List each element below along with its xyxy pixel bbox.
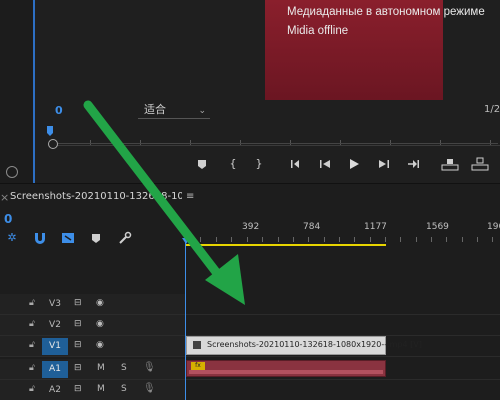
- mark-in-icon[interactable]: {: [225, 156, 241, 172]
- linked-selection-icon[interactable]: [60, 231, 76, 245]
- sync-lock-icon[interactable]: ⊟: [74, 363, 82, 373]
- media-offline-text-en: Midia offline: [287, 25, 349, 37]
- snap-magnet-icon[interactable]: [32, 231, 48, 245]
- track-v3: 🔓︎ V3 ⊟ ◉: [0, 294, 500, 315]
- timeline-playhead-line[interactable]: [185, 241, 186, 400]
- media-offline-text: Медиаданные в автономном режиме: [287, 6, 485, 18]
- program-video-frame: Медиаданные в автономном режиме Midia of…: [265, 0, 485, 100]
- mic-icon[interactable]: 🎙︎: [143, 362, 156, 373]
- zoom-scroll-bar[interactable]: [58, 143, 498, 144]
- add-marker-icon[interactable]: [194, 156, 210, 172]
- ruler-label: 196: [487, 222, 500, 232]
- program-timecode[interactable]: 0: [55, 104, 63, 117]
- timeline-panel: × Screenshots-20210110-132618-1080x1920-…: [0, 183, 500, 400]
- eye-icon[interactable]: ◉: [96, 319, 104, 329]
- timeline-time-ruler[interactable]: 392 784 1177 1569 196: [186, 220, 500, 246]
- program-monitor: Медиаданные в автономном режиме Midia of…: [0, 0, 500, 183]
- lock-icon[interactable]: 🔓︎: [29, 340, 35, 350]
- track-label[interactable]: V3: [42, 296, 68, 313]
- chevron-down-icon: ⌄: [198, 106, 206, 116]
- video-clip-name: Screenshots-20210110-132618-1080x1920--.…: [207, 340, 422, 349]
- ruler-label: 1177: [364, 222, 387, 232]
- sync-lock-icon[interactable]: ⊟: [74, 319, 82, 329]
- track-label[interactable]: A2: [42, 382, 68, 399]
- fx-badge: fx: [191, 362, 205, 370]
- lock-icon[interactable]: 🔓︎: [29, 363, 35, 373]
- step-forward-icon[interactable]: [376, 156, 392, 172]
- solo-button[interactable]: S: [121, 363, 127, 373]
- sequence-tab-title[interactable]: Screenshots-20210110-132618-1080x1920--: [10, 191, 182, 202]
- ruler-label: 1569: [426, 222, 449, 232]
- work-area-bar[interactable]: [186, 244, 386, 246]
- ruler-label: 392: [242, 222, 260, 232]
- track-a2: 🔓︎ A2 ⊟ M S 🎙︎: [0, 380, 500, 400]
- sync-lock-icon[interactable]: ⊟: [74, 384, 82, 394]
- nest-toggle-icon[interactable]: ✲: [4, 231, 20, 245]
- play-icon[interactable]: [346, 156, 362, 172]
- sync-lock-icon[interactable]: ⊟: [74, 340, 82, 350]
- extract-icon[interactable]: [470, 156, 490, 172]
- mute-button[interactable]: M: [97, 363, 105, 373]
- add-marker-icon[interactable]: [88, 231, 104, 245]
- track-v2: 🔓︎ V2 ⊟ ◉: [0, 315, 500, 336]
- track-label[interactable]: V2: [42, 317, 68, 334]
- zoom-scroll-handle[interactable]: [48, 139, 58, 149]
- source-panel-edge: [0, 0, 35, 183]
- zoom-fit-value: 适合: [144, 103, 166, 116]
- step-back-icon[interactable]: [317, 156, 333, 172]
- eye-icon[interactable]: ◉: [96, 340, 104, 350]
- sync-lock-icon[interactable]: ⊟: [74, 298, 82, 308]
- lift-icon[interactable]: [440, 156, 460, 172]
- solo-button[interactable]: S: [121, 384, 127, 394]
- premiere-window: Медиаданные в автономном режиме Midia of…: [0, 0, 500, 400]
- track-label[interactable]: A1: [42, 361, 68, 378]
- mute-button[interactable]: M: [97, 384, 105, 394]
- fx-badge-icon: [193, 341, 201, 349]
- ruler-label: 784: [303, 222, 321, 232]
- go-to-out-icon[interactable]: [405, 156, 421, 172]
- zoom-fit-select[interactable]: 适合 ⌄: [138, 103, 210, 119]
- playback-resolution[interactable]: 1/2: [484, 104, 500, 115]
- lock-icon[interactable]: 🔓︎: [29, 384, 35, 394]
- panel-scroll-handle[interactable]: [6, 166, 18, 178]
- track-label[interactable]: V1: [42, 338, 68, 355]
- video-clip[interactable]: Screenshots-20210110-132618-1080x1920--.…: [186, 336, 422, 355]
- audio-clip[interactable]: fx: [186, 360, 386, 377]
- mic-icon[interactable]: 🎙︎: [143, 383, 156, 394]
- lock-icon[interactable]: 🔓︎: [29, 298, 35, 308]
- go-to-in-icon[interactable]: [288, 156, 304, 172]
- eye-icon[interactable]: ◉: [96, 298, 104, 308]
- panel-menu-icon[interactable]: ≡: [186, 191, 194, 202]
- wrench-settings-icon[interactable]: [117, 231, 133, 245]
- close-icon[interactable]: ×: [0, 191, 9, 204]
- lock-icon[interactable]: 🔓︎: [29, 319, 35, 329]
- timeline-timecode[interactable]: 0: [4, 212, 12, 226]
- audio-waveform: [189, 370, 383, 374]
- mark-out-icon[interactable]: }: [251, 156, 267, 172]
